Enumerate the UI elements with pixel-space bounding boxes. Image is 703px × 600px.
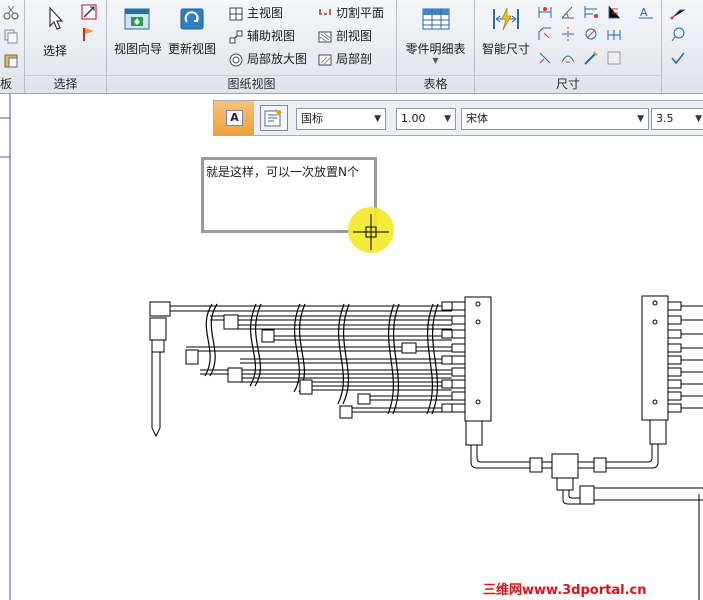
select-button[interactable]: 选择 (35, 6, 75, 58)
chevron-down-icon: ▼ (444, 114, 451, 124)
angle-dim-icon[interactable] (560, 4, 576, 20)
section-view-icon (318, 30, 332, 44)
chevron-down-icon: ▼ (374, 114, 381, 124)
scale-dropdown[interactable]: 1.00 ▼ (396, 108, 456, 130)
ribbon: 板 选择 选择 视图向导 更新视图 主视图 辅助视图 局部放大图 切割平面 剖视… (0, 0, 703, 94)
leader-icon[interactable] (670, 4, 686, 20)
refresh-icon (165, 6, 219, 35)
chain-dim-icon[interactable] (606, 26, 622, 42)
flag-icon[interactable] (81, 26, 97, 42)
parts-list-button[interactable]: 零件明细表 ▼ (399, 6, 472, 65)
text-a-icon[interactable]: A (226, 110, 243, 126)
size-value: 3.5 (656, 112, 674, 125)
view-wizard-icon (111, 6, 165, 35)
symmetric-dim-icon[interactable] (560, 26, 576, 42)
font-value: 宋体 (466, 112, 488, 125)
section-plane-label: 切割平面 (336, 6, 385, 20)
text-annotation-icon[interactable]: A (638, 4, 654, 20)
smart-dimension-label: 智能尺寸 (481, 42, 530, 56)
ribbon-group-dimension: 智能尺寸 A 尺寸 (475, 0, 662, 93)
svg-text:A: A (640, 6, 648, 19)
ribbon-group-select: 选择 选择 (25, 0, 107, 93)
aux-view-icon (229, 30, 243, 44)
smart-dimension-button[interactable]: 智能尺寸 (477, 6, 535, 57)
group-label-partial: 板 (0, 77, 13, 91)
update-views-label: 更新视图 (167, 42, 216, 56)
crosshair-cursor-icon (353, 214, 389, 250)
aux-view-label: 辅助视图 (247, 29, 296, 43)
detail-view-button[interactable]: 局部放大图 (229, 49, 307, 69)
table-icon (399, 6, 472, 35)
group-label-tables: 表格 (423, 77, 448, 91)
copy-icon[interactable] (3, 28, 19, 44)
main-view-button[interactable]: 主视图 (229, 3, 283, 23)
properties-icon (264, 109, 282, 127)
view-wizard-button[interactable]: 视图向导 (111, 6, 165, 57)
baseline-dim-icon[interactable] (583, 4, 599, 20)
section-view-button[interactable]: 剖视图 (318, 26, 372, 46)
section-plane-button[interactable]: 切割平面 (318, 3, 384, 23)
arrow-pointer-icon (35, 6, 75, 33)
text-note-content: 就是这样，可以一次放置N个 (206, 165, 359, 179)
dim-edit-icon[interactable] (537, 50, 553, 66)
chevron-down-icon: ▼ (432, 56, 439, 65)
balloon-icon[interactable] (670, 26, 686, 42)
main-view-label: 主视图 (247, 6, 284, 20)
hole-dim-icon[interactable] (583, 26, 599, 42)
group-label-views: 图纸视图 (227, 77, 276, 91)
parts-list-label: 零件明细表 (405, 42, 466, 56)
ribbon-group-partial: 板 (0, 0, 25, 93)
arc-dim-icon[interactable] (560, 50, 576, 66)
view-wizard-label: 视图向导 (113, 42, 162, 56)
text-style-toggle[interactable]: A (214, 101, 254, 135)
chamfer-dim-icon[interactable] (537, 26, 553, 42)
ribbon-group-annotation-partial (662, 0, 703, 93)
ribbon-group-views: 视图向导 更新视图 主视图 辅助视图 局部放大图 切割平面 剖视图 局部剖 图纸… (107, 0, 397, 93)
text-format-toolbar: A 国标 ▼ 1.00 ▼ 宋体 ▼ 3.5 ▼ (213, 100, 703, 136)
detail-view-label: 局部放大图 (247, 52, 308, 66)
chevron-down-icon: ▼ (637, 114, 644, 124)
dim-style-icon[interactable] (606, 50, 622, 66)
partial-section-label: 局部剖 (336, 52, 373, 66)
ribbon-group-tables: 零件明细表 ▼ 表格 (397, 0, 475, 93)
scale-value: 1.00 (401, 112, 426, 125)
font-dropdown[interactable]: 宋体 ▼ (461, 108, 649, 130)
group-label-dimension: 尺寸 (555, 77, 580, 91)
chevron-down-icon: ▼ (695, 114, 702, 124)
aux-view-button[interactable]: 辅助视图 (229, 26, 295, 46)
watermark: 三维网www.3dportal.cn (483, 583, 647, 598)
partial-section-button[interactable]: 局部剖 (318, 49, 372, 69)
standard-dropdown[interactable]: 国标 ▼ (296, 108, 386, 130)
section-plane-icon (318, 7, 332, 21)
group-label-select: 选择 (53, 77, 78, 91)
detail-view-icon (229, 53, 243, 67)
text-properties-button[interactable] (260, 105, 288, 131)
zoom-area-icon[interactable] (81, 4, 97, 20)
main-view-icon (229, 7, 243, 21)
select-button-label: 选择 (42, 44, 67, 58)
smart-dimension-icon (477, 6, 535, 35)
ordinate-dim-icon[interactable] (606, 4, 622, 20)
scissors-icon[interactable] (3, 4, 19, 20)
auto-dim-icon[interactable] (583, 50, 599, 66)
update-views-button[interactable]: 更新视图 (165, 6, 219, 57)
section-view-label: 剖视图 (336, 29, 373, 43)
checkmark-icon[interactable] (670, 50, 686, 66)
partial-section-icon (318, 53, 332, 67)
linear-dim-icon[interactable] (537, 4, 553, 20)
size-dropdown[interactable]: 3.5 ▼ (651, 108, 703, 130)
paste-icon[interactable] (3, 52, 19, 68)
standard-value: 国标 (301, 112, 323, 125)
